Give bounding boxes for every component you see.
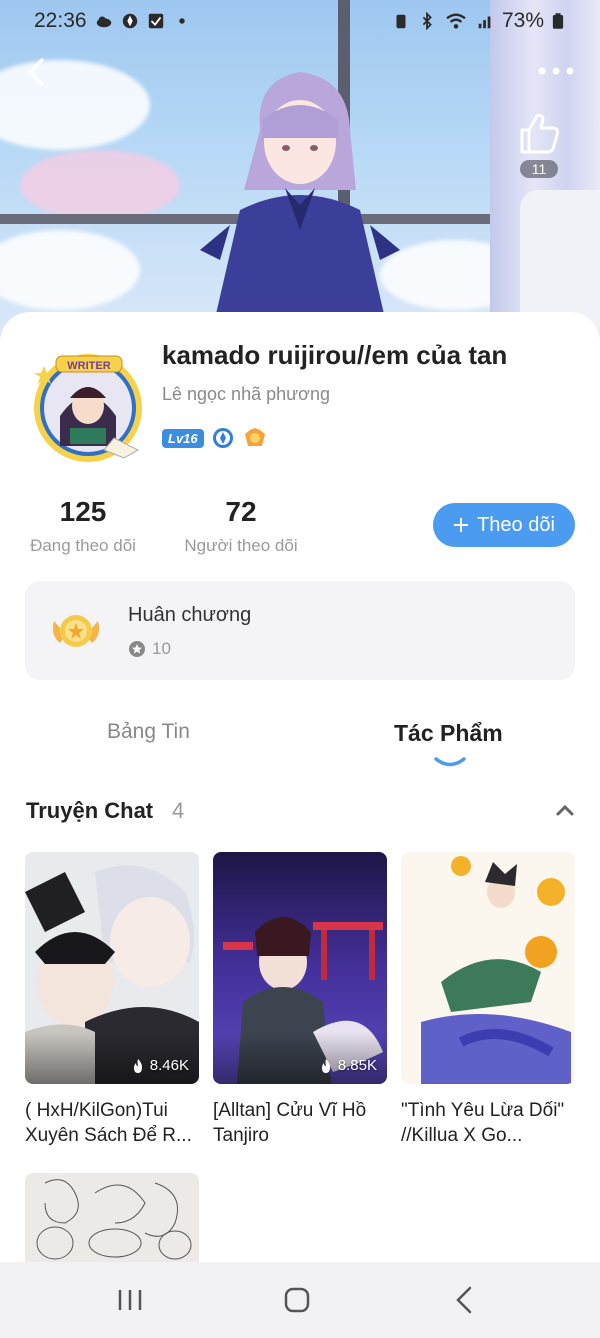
signal-icon (478, 16, 491, 29)
story-cover-image (25, 1173, 199, 1263)
profile-name: kamado ruijirou//em của tan (162, 340, 508, 370)
more-options-button[interactable] (536, 56, 576, 86)
wifi-icon (446, 13, 466, 29)
profile-subname: Lê ngọc nhã phương (162, 384, 330, 404)
achievement-badge-icon[interactable] (212, 427, 234, 449)
story-card[interactable] (25, 1173, 199, 1263)
cloud-icon (96, 16, 111, 28)
profile-badges: Lv16 (162, 426, 268, 450)
avatar-badge-text: WRITER (67, 360, 110, 372)
section-count: 4 (172, 798, 185, 823)
follow-button[interactable]: Theo dõi (433, 503, 575, 547)
story-cover-image (401, 852, 575, 1084)
avatar[interactable]: WRITER (24, 346, 154, 466)
medal-badge-icon[interactable] (242, 426, 268, 450)
like-count: 11 (519, 160, 559, 178)
story-title: [Alltan] Cửu Vĩ Hồ Tanjiro (213, 1100, 367, 1146)
medal-icon (52, 615, 100, 647)
medals-count: 10 (152, 639, 171, 658)
star-circle-icon (129, 641, 145, 657)
back-nav-button[interactable] (448, 1284, 482, 1316)
avatar-image: WRITER (34, 354, 142, 462)
following-count: 125 (59, 496, 107, 527)
story-cover: 8.85K (213, 852, 387, 1084)
checkbox-icon (148, 13, 163, 29)
chevron-up-icon[interactable] (554, 800, 576, 820)
profile-cover-image (0, 0, 600, 340)
status-bar: 22:36 73% (0, 0, 600, 42)
fire-icon (133, 1058, 142, 1073)
story-views-value: 8.46K (149, 1057, 189, 1074)
tab-news-feed[interactable]: Bảng Tin (107, 720, 190, 744)
level-badge[interactable]: Lv16 (162, 428, 204, 448)
battery-saver-icon (396, 14, 406, 29)
followers-label: Người theo dõi (184, 536, 298, 555)
follow-button-label: Theo dõi (477, 513, 555, 536)
thumbs-up-icon (520, 113, 560, 154)
tab-works[interactable]: Tác Phẩm (394, 720, 503, 747)
followers-count: 72 (225, 496, 257, 527)
battery-icon (552, 13, 564, 29)
story-card[interactable]: 8.46K ( HxH/KilGon)Tui Xuyên Sách Để R..… (25, 852, 199, 1148)
story-views-value: 8.85K (337, 1057, 377, 1074)
story-cover-image (213, 852, 387, 1084)
back-button[interactable] (20, 52, 56, 92)
section-title: Truyện Chat (26, 798, 154, 823)
medals-count-row: 10 (128, 639, 171, 659)
story-views: 8.85K (319, 1057, 377, 1074)
plus-icon (454, 518, 469, 532)
compass-icon (122, 13, 137, 29)
story-card[interactable]: "Tình Yêu Lừa Dối" //Killua X Go... (401, 852, 575, 1148)
dot-icon (178, 18, 185, 24)
home-button[interactable] (280, 1284, 314, 1316)
story-cover-image (25, 852, 199, 1084)
fire-icon (321, 1058, 330, 1073)
story-cover: 8.46K (25, 852, 199, 1084)
story-title: ( HxH/KilGon)Tui Xuyên Sách Để R... (25, 1100, 192, 1146)
active-tab-indicator (434, 757, 466, 767)
story-title: "Tình Yêu Lừa Dối" //Killua X Go... (401, 1100, 565, 1146)
like-button[interactable]: 11 (516, 110, 562, 178)
story-card[interactable]: 8.85K [Alltan] Cửu Vĩ Hồ Tanjiro (213, 852, 387, 1148)
status-time: 22:36 (34, 9, 87, 32)
medals-title: Huân chương (128, 604, 252, 626)
battery-percent: 73% (501, 9, 544, 32)
followers-stat[interactable]: 72 Người theo dõi (178, 496, 304, 556)
story-cover (401, 852, 575, 1084)
story-views: 8.46K (131, 1057, 189, 1074)
following-label: Đang theo dõi (30, 536, 136, 555)
bluetooth-icon (422, 12, 432, 30)
following-stat[interactable]: 125 Đang theo dõi (25, 496, 141, 556)
cover-character-illustration (200, 72, 400, 340)
medals-card[interactable]: Huân chương 10 (25, 581, 575, 680)
chevron-left-icon (27, 58, 44, 86)
more-dots-icon (538, 67, 574, 75)
recent-apps-button[interactable] (113, 1284, 147, 1316)
system-navigation-bar (0, 1262, 600, 1338)
